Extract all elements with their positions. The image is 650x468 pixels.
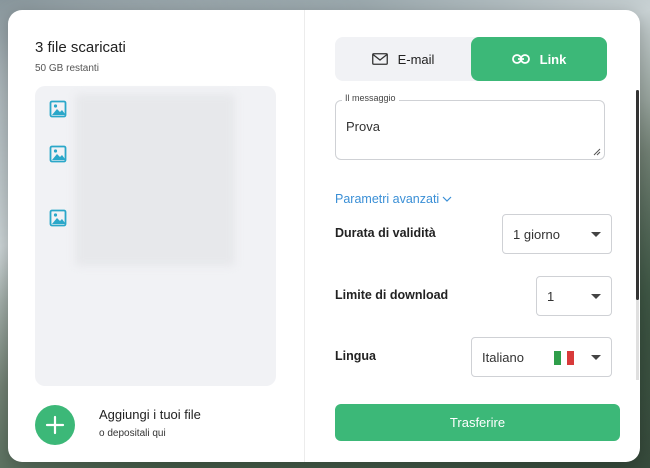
message-value: Prova: [346, 119, 380, 134]
mode-toggle: E-mail Link: [335, 37, 607, 81]
image-file-icon: [49, 209, 67, 227]
language-label: Lingua: [335, 349, 376, 363]
storage-remaining: 50 GB restanti: [35, 63, 99, 74]
plus-icon: [45, 415, 65, 435]
link-mode-tab[interactable]: Link: [471, 37, 607, 81]
resize-handle-icon[interactable]: [593, 148, 601, 156]
add-files-subtitle: o depositali qui: [99, 428, 166, 439]
settings-panel: E-mail Link Il messaggio Prova Parametri…: [305, 10, 640, 462]
file-list[interactable]: [35, 86, 276, 386]
email-mode-tab[interactable]: E-mail: [335, 37, 471, 81]
validity-value: 1 giorno: [513, 226, 560, 242]
dropdown-arrow-icon: [591, 232, 601, 237]
scrollbar-thumb[interactable]: [636, 90, 639, 300]
validity-label: Durata di validità: [335, 226, 436, 240]
download-limit-label: Limite di download: [335, 288, 449, 302]
advanced-settings-link[interactable]: Parametri avanzati: [335, 192, 452, 206]
transfer-button[interactable]: Trasferire: [335, 404, 620, 441]
validity-select[interactable]: 1 giorno: [502, 214, 612, 254]
download-limit-select[interactable]: 1: [536, 276, 612, 316]
italy-flag-icon: [554, 351, 575, 365]
dropdown-arrow-icon: [591, 355, 601, 360]
files-count-title: 3 file scaricati: [35, 39, 126, 56]
message-label: Il messaggio: [342, 93, 399, 103]
image-file-icon: [49, 145, 67, 163]
dropdown-arrow-icon: [591, 294, 601, 299]
link-icon: [511, 54, 530, 64]
add-files-title[interactable]: Aggiungi i tuoi file: [99, 407, 201, 422]
link-mode-label: Link: [539, 51, 567, 67]
blurred-file-names: [75, 94, 235, 266]
envelope-icon: [371, 53, 388, 65]
upload-panel: 3 file scaricati 50 GB restanti Aggiungi…: [8, 10, 305, 462]
message-textarea[interactable]: Il messaggio Prova: [335, 93, 605, 160]
advanced-settings-label: Parametri avanzati: [335, 192, 440, 206]
download-limit-value: 1: [547, 288, 555, 304]
image-file-icon: [49, 100, 67, 118]
add-files-button[interactable]: [35, 405, 75, 445]
language-select[interactable]: Italiano: [471, 337, 612, 377]
language-value: Italiano: [482, 349, 524, 365]
transfer-card: 3 file scaricati 50 GB restanti Aggiungi…: [8, 10, 640, 462]
chevron-down-icon: [442, 196, 452, 202]
email-mode-label: E-mail: [397, 51, 435, 67]
